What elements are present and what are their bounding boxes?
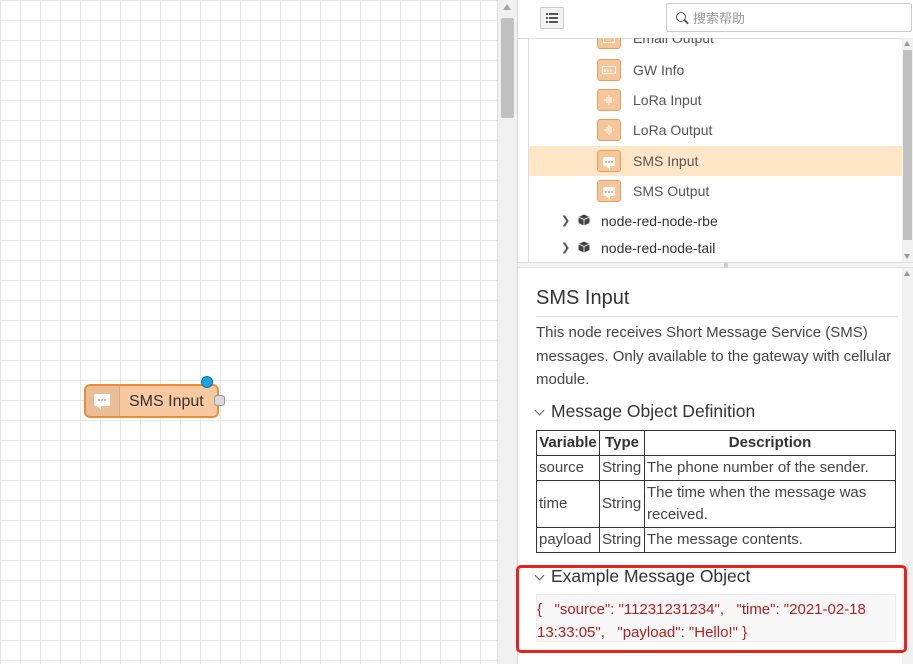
- table-row: source String The phone number of the se…: [536, 455, 896, 481]
- scroll-up-arrow-icon[interactable]: [503, 4, 511, 10]
- title-divider: [536, 316, 898, 317]
- gateway-icon: [597, 59, 621, 81]
- cell-description: The phone number of the sender.: [644, 455, 896, 481]
- help-search-box[interactable]: [666, 3, 912, 32]
- help-description: This node receives Short Message Service…: [536, 324, 892, 388]
- cell-variable: time: [536, 480, 600, 528]
- output-port[interactable]: [214, 395, 225, 406]
- tree-item-lora-input[interactable]: LoRa Input: [529, 85, 902, 115]
- help-topic-tree: Email Output GW Info LoRa Input LoRa Out…: [528, 38, 902, 262]
- workspace-scroll-thumb[interactable]: [501, 18, 514, 118]
- tree-item-gw-info[interactable]: GW Info: [529, 55, 902, 85]
- tree-scroll-thumb[interactable]: [903, 50, 912, 240]
- tree-item-label: GW Info: [633, 62, 685, 78]
- tree-package-label: node-red-node-tail: [601, 240, 716, 256]
- toc-toggle-button[interactable]: [540, 7, 564, 29]
- help-scrollbar[interactable]: [902, 268, 913, 664]
- table-header-row: Variable Type Description: [536, 430, 896, 456]
- scroll-down-arrow-icon[interactable]: [904, 254, 910, 259]
- cell-variable: payload: [536, 527, 600, 553]
- cell-description: The message contents.: [644, 527, 896, 553]
- tree-item-label: LoRa Input: [633, 92, 702, 108]
- tree-item-sms-input[interactable]: SMS Input: [529, 146, 902, 176]
- chevron-down-icon: [534, 405, 545, 416]
- sidebar-header: [518, 0, 913, 39]
- column-header-variable: Variable: [536, 430, 600, 456]
- tree-item-sms-output[interactable]: SMS Output: [529, 176, 902, 206]
- lora-icon: [597, 89, 621, 111]
- section-heading-label: Example Message Object: [551, 566, 751, 586]
- flow-node-sms-input[interactable]: SMS Input: [84, 384, 219, 418]
- search-icon: [676, 12, 686, 22]
- column-header-description: Description: [644, 430, 896, 456]
- sms-icon: [597, 150, 621, 172]
- package-icon: [578, 214, 590, 226]
- tree-package-rbe[interactable]: ❯ node-red-node-rbe: [529, 206, 902, 233]
- chevron-down-icon: [534, 570, 545, 581]
- sms-icon: [597, 180, 621, 202]
- chevron-right-icon[interactable]: ❯: [561, 214, 570, 227]
- flow-workspace[interactable]: SMS Input: [0, 0, 497, 664]
- tree-item-label: LoRa Output: [633, 122, 713, 138]
- list-icon: [546, 13, 558, 23]
- flow-node-icon-area: [86, 386, 120, 416]
- tree-package-tail[interactable]: ❯ node-red-node-tail: [529, 233, 902, 260]
- help-title: SMS Input: [536, 287, 630, 309]
- lora-icon: [597, 119, 621, 141]
- tree-item-email-output[interactable]: Email Output: [529, 38, 902, 53]
- workspace-scrollbar[interactable]: [497, 0, 517, 664]
- tree-package-label: node-red-node-rbe: [601, 213, 718, 229]
- cell-variable: source: [536, 455, 600, 481]
- package-icon: [578, 241, 590, 253]
- section-message-object-definition[interactable]: Message Object Definition: [534, 401, 756, 422]
- section-example-message-object[interactable]: Example Message Object: [534, 566, 751, 587]
- email-icon: [597, 38, 621, 49]
- example-code-text: { "source": "11231231234", "time": "2021…: [537, 601, 871, 641]
- tree-item-label: SMS Output: [633, 183, 710, 199]
- table-row: time String The time when the message wa…: [536, 480, 896, 528]
- drag-grip-icon[interactable]: [724, 263, 728, 267]
- sms-icon: [94, 394, 110, 410]
- tree-item-lora-output[interactable]: LoRa Output: [529, 115, 902, 145]
- cell-type: String: [599, 527, 645, 553]
- scroll-up-arrow-icon[interactable]: [904, 41, 910, 46]
- scroll-up-arrow-icon[interactable]: [904, 271, 910, 276]
- tree-item-label: SMS Input: [633, 153, 699, 169]
- tree-scrollbar[interactable]: [902, 38, 913, 262]
- message-definition-table: Variable Type Description source String …: [536, 430, 896, 553]
- chevron-right-icon[interactable]: ❯: [561, 241, 570, 254]
- tree-item-label: Email Output: [633, 38, 714, 46]
- column-header-type: Type: [599, 430, 645, 456]
- cell-type: String: [599, 480, 645, 528]
- flow-node-label: SMS Input: [129, 393, 204, 410]
- example-code-block: { "source": "11231231234", "time": "2021…: [536, 594, 896, 642]
- node-changed-indicator: [201, 376, 213, 388]
- table-row: payload String The message contents.: [536, 527, 896, 553]
- help-sidebar: Email Output GW Info LoRa Input LoRa Out…: [517, 0, 913, 664]
- help-content: SMS Input This node receives Short Messa…: [518, 268, 902, 664]
- section-heading-label: Message Object Definition: [551, 401, 756, 421]
- help-search-input[interactable]: [691, 6, 905, 30]
- cell-description: The time when the message was received.: [644, 480, 896, 528]
- cell-type: String: [599, 455, 645, 481]
